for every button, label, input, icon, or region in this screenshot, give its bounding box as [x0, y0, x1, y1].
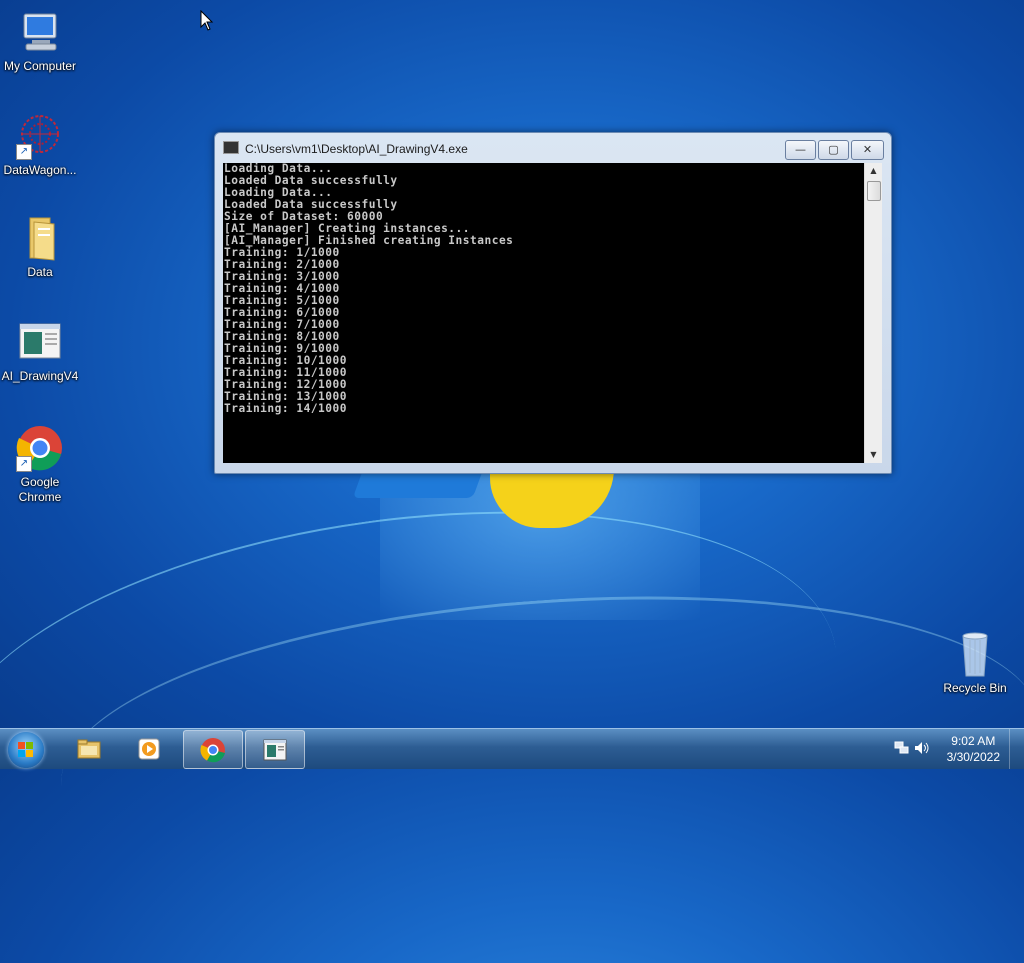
minimize-button[interactable]: —: [785, 140, 816, 160]
desktop-icon-label: My Computer: [3, 59, 77, 73]
start-button[interactable]: [8, 732, 44, 768]
taskbar-google-chrome[interactable]: [183, 730, 243, 769]
window-title: C:\Users\vm1\Desktop\AI_DrawingV4.exe: [245, 142, 468, 156]
system-tray: 9:02 AM 3/30/2022: [884, 729, 1024, 769]
scrollbar-thumb[interactable]: [867, 181, 881, 201]
desktop-icon-google-chrome[interactable]: ↗ Google Chrome: [0, 424, 80, 505]
desktop-icon-recycle-bin[interactable]: Recycle Bin: [935, 630, 1015, 696]
desktop-icon-label: DataWagon...: [3, 163, 77, 177]
volume-icon[interactable]: [914, 741, 930, 755]
console-icon: [223, 141, 239, 154]
desktop-icon-label: AI_DrawingV4: [1, 369, 79, 383]
desktop-icon-datawagon[interactable]: ↗ DataWagon...: [0, 112, 80, 178]
desktop-icon-my-computer[interactable]: My Computer: [0, 8, 80, 74]
desktop-icon-label: Google Chrome: [18, 475, 62, 504]
maximize-button[interactable]: ▢: [818, 140, 849, 160]
console-output-area[interactable]: Loading Data... Loaded Data successfully…: [223, 163, 864, 463]
clock-date: 3/30/2022: [946, 750, 1000, 764]
taskbar-explorer[interactable]: [60, 730, 118, 767]
media-player-icon: [138, 738, 160, 760]
taskbar-media-player[interactable]: [120, 730, 178, 767]
recycle-bin-icon: [951, 630, 999, 678]
desktop-icon-label: Recycle Bin: [943, 681, 1007, 695]
desktop-icon-label: Data: [27, 265, 53, 279]
datawagon-icon: ↗: [16, 112, 64, 160]
desktop-icon-data-folder[interactable]: Data: [0, 214, 80, 280]
app-window-icon: [263, 739, 287, 761]
computer-icon: [16, 8, 64, 56]
chrome-icon: [200, 738, 225, 763]
show-desktop-button[interactable]: [1009, 729, 1024, 769]
scroll-up-arrow-icon[interactable]: ▲: [865, 163, 882, 179]
file-explorer-icon: [77, 739, 101, 759]
window-titlebar[interactable]: C:\Users\vm1\Desktop\AI_DrawingV4.exe — …: [215, 133, 891, 161]
console-output-text: Loading Data... Loaded Data successfully…: [224, 163, 514, 415]
app-window-icon: [16, 318, 64, 366]
console-window[interactable]: C:\Users\vm1\Desktop\AI_DrawingV4.exe — …: [214, 132, 892, 474]
shortcut-arrow-icon: ↗: [16, 144, 32, 160]
shortcut-arrow-icon: ↗: [16, 456, 32, 472]
vertical-scrollbar[interactable]: ▲ ▼: [864, 163, 882, 463]
scroll-down-arrow-icon[interactable]: ▼: [865, 447, 882, 463]
close-button[interactable]: ✕: [851, 140, 884, 160]
taskbar-ai-drawing-console[interactable]: [245, 730, 305, 769]
mouse-cursor-icon: [200, 10, 214, 31]
chrome-icon: ↗: [16, 424, 64, 472]
desktop-icon-ai-drawing[interactable]: AI_DrawingV4: [0, 318, 80, 384]
folder-icon: [16, 214, 64, 262]
taskbar: 9:02 AM 3/30/2022: [0, 728, 1024, 769]
clock-time: 9:02 AM: [951, 734, 996, 748]
network-icon[interactable]: [894, 741, 910, 755]
taskbar-clock[interactable]: 9:02 AM 3/30/2022: [947, 733, 1000, 765]
windows-flag-icon: [18, 742, 34, 758]
